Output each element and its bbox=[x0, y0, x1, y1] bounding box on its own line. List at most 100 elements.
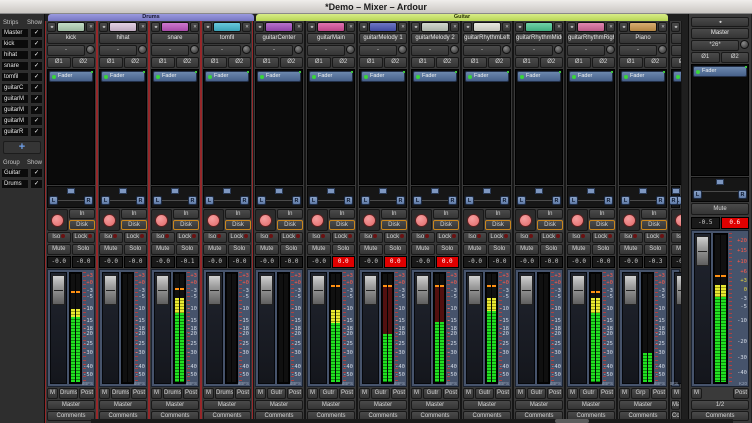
mute-button[interactable]: Mute bbox=[463, 244, 487, 255]
fader-processor[interactable]: Fader bbox=[465, 71, 509, 82]
pan-left-button[interactable]: L bbox=[205, 196, 214, 205]
strip-menu-icon[interactable]: ◂▸ bbox=[619, 22, 628, 32]
pan-handle[interactable] bbox=[223, 188, 231, 194]
output-button[interactable]: Master bbox=[151, 400, 199, 410]
gain-fader[interactable] bbox=[570, 272, 587, 384]
sidebar-strip-row[interactable]: Master ✓ bbox=[1, 28, 43, 38]
horizontal-scrollbar[interactable] bbox=[91, 419, 733, 423]
phase-1-button[interactable]: Ø1 bbox=[151, 57, 175, 68]
pan-left-button[interactable]: L bbox=[101, 196, 110, 205]
gain-fader[interactable] bbox=[154, 272, 171, 384]
pan-control[interactable]: L R bbox=[567, 186, 615, 208]
output-button[interactable]: Master bbox=[47, 400, 95, 410]
trim-knob[interactable] bbox=[190, 45, 199, 54]
phase-2-button[interactable]: Ø2 bbox=[644, 57, 668, 68]
close-icon[interactable]: ✕ bbox=[502, 22, 511, 32]
strip-color-chip[interactable] bbox=[265, 22, 293, 32]
solo-lock-button[interactable]: Lock bbox=[592, 232, 616, 243]
input-button[interactable]: - bbox=[567, 45, 605, 56]
group-button[interactable]: Gutr bbox=[319, 388, 338, 399]
phase-2-button[interactable]: Ø2 bbox=[332, 57, 356, 68]
input-button[interactable]: - bbox=[619, 45, 657, 56]
metering-m-button[interactable]: M bbox=[99, 388, 110, 399]
processor-box[interactable]: Fader bbox=[307, 69, 355, 185]
fader-handle[interactable] bbox=[676, 275, 682, 305]
fader-handle[interactable] bbox=[696, 236, 709, 266]
gain-fader[interactable] bbox=[674, 272, 682, 384]
solo-button[interactable]: Solo bbox=[488, 244, 512, 255]
metering-point-button[interactable]: Post bbox=[235, 388, 251, 399]
fader-processor[interactable]: Fader bbox=[205, 71, 249, 82]
close-icon[interactable]: ✕ bbox=[398, 22, 407, 32]
sidebar-strip-name[interactable]: guitarR bbox=[1, 127, 29, 137]
phase-2-button[interactable]: Ø2 bbox=[176, 57, 200, 68]
strip-menu-icon[interactable]: ◂▸ bbox=[671, 22, 680, 32]
monitor-disk-button[interactable]: Disk bbox=[485, 220, 511, 230]
gain-display[interactable]: -0.0 bbox=[151, 256, 175, 268]
peak-display[interactable]: -0.0 bbox=[592, 256, 616, 268]
mute-button[interactable]: Mute bbox=[99, 244, 123, 255]
pan-right-button[interactable]: R bbox=[84, 196, 93, 205]
fader-processor[interactable]: Fader bbox=[361, 71, 405, 82]
gain-fader[interactable] bbox=[310, 272, 327, 384]
strip-color-chip[interactable] bbox=[577, 22, 605, 32]
fader-handle[interactable] bbox=[52, 275, 65, 305]
sidebar-strip-name[interactable]: Guitar bbox=[1, 168, 29, 178]
pan-left-button[interactable]: L bbox=[465, 196, 474, 205]
metering-m-button[interactable]: M bbox=[671, 388, 682, 399]
comments-button[interactable]: Comments bbox=[47, 411, 95, 421]
gain-fader[interactable] bbox=[362, 272, 379, 384]
sidebar-strip-row[interactable]: Drums ✓ bbox=[1, 179, 43, 189]
group-button[interactable]: Gutr bbox=[527, 388, 546, 399]
pan-control[interactable]: L R bbox=[255, 186, 303, 208]
strip-name-button[interactable]: snare bbox=[151, 33, 199, 44]
pan-right-button[interactable]: R bbox=[738, 190, 747, 199]
sidebar-strip-visible-checkbox[interactable]: ✓ bbox=[30, 105, 43, 115]
input-button[interactable]: - bbox=[99, 45, 137, 56]
metering-m-button[interactable]: M bbox=[359, 388, 370, 399]
metering-point-button[interactable]: Post bbox=[131, 388, 147, 399]
pan-right-button[interactable]: R bbox=[344, 196, 353, 205]
group-button[interactable]: Gutr bbox=[371, 388, 390, 399]
solo-button[interactable]: Solo bbox=[592, 244, 616, 255]
pan-right-button[interactable]: R bbox=[552, 196, 561, 205]
phase-1-button[interactable]: Ø1 bbox=[99, 57, 123, 68]
strip-menu-icon[interactable]: ◂▸ bbox=[203, 22, 212, 32]
mute-button[interactable]: Mute bbox=[691, 203, 749, 215]
fader-handle[interactable] bbox=[520, 275, 533, 305]
processor-box[interactable]: Fader bbox=[619, 69, 667, 185]
close-icon[interactable]: ✕ bbox=[450, 22, 459, 32]
mute-button[interactable]: Mute bbox=[411, 244, 435, 255]
monitor-input-button[interactable]: In bbox=[69, 209, 95, 219]
pan-control[interactable]: L R bbox=[411, 186, 459, 208]
monitor-input-button[interactable]: In bbox=[381, 209, 407, 219]
sidebar-strip-name[interactable]: snare bbox=[1, 61, 29, 71]
sidebar-strip-visible-checkbox[interactable]: ✓ bbox=[30, 39, 43, 49]
monitor-input-button[interactable]: In bbox=[225, 209, 251, 219]
gain-display[interactable]: -0.5 bbox=[691, 217, 720, 229]
peak-display[interactable]: -0.0 bbox=[488, 256, 512, 268]
close-icon[interactable]: ✕ bbox=[242, 22, 251, 32]
processor-box[interactable]: Fader bbox=[203, 69, 251, 185]
pan-left-button[interactable]: L bbox=[153, 196, 162, 205]
solo-lock-button[interactable]: Lock bbox=[72, 232, 96, 243]
phase-2-button[interactable]: Ø2 bbox=[72, 57, 96, 68]
metering-point-button[interactable]: Post bbox=[183, 388, 199, 399]
metering-m-button[interactable]: M bbox=[691, 388, 702, 399]
pan-handle[interactable] bbox=[119, 188, 127, 194]
pan-control[interactable]: L R bbox=[47, 186, 95, 208]
monitor-disk-button[interactable]: Disk bbox=[121, 220, 147, 230]
monitor-disk-button[interactable]: Disk bbox=[537, 220, 563, 230]
strip-name-button[interactable]: guitarMelody 2 bbox=[411, 33, 459, 44]
sidebar-strip-name[interactable]: guitarC bbox=[1, 83, 29, 93]
pan-left-button[interactable]: L bbox=[569, 196, 578, 205]
gain-display[interactable]: -0.0 bbox=[567, 256, 591, 268]
metering-m-button[interactable]: M bbox=[255, 388, 266, 399]
solo-lock-button[interactable]: Lock bbox=[124, 232, 148, 243]
monitor-disk-button[interactable]: Disk bbox=[433, 220, 459, 230]
monitor-input-button[interactable]: In bbox=[537, 209, 563, 219]
metering-point-button[interactable]: Post bbox=[79, 388, 95, 399]
close-icon[interactable]: ✕ bbox=[346, 22, 355, 32]
record-arm-button[interactable] bbox=[47, 209, 68, 231]
monitor-disk-button[interactable]: Disk bbox=[589, 220, 615, 230]
